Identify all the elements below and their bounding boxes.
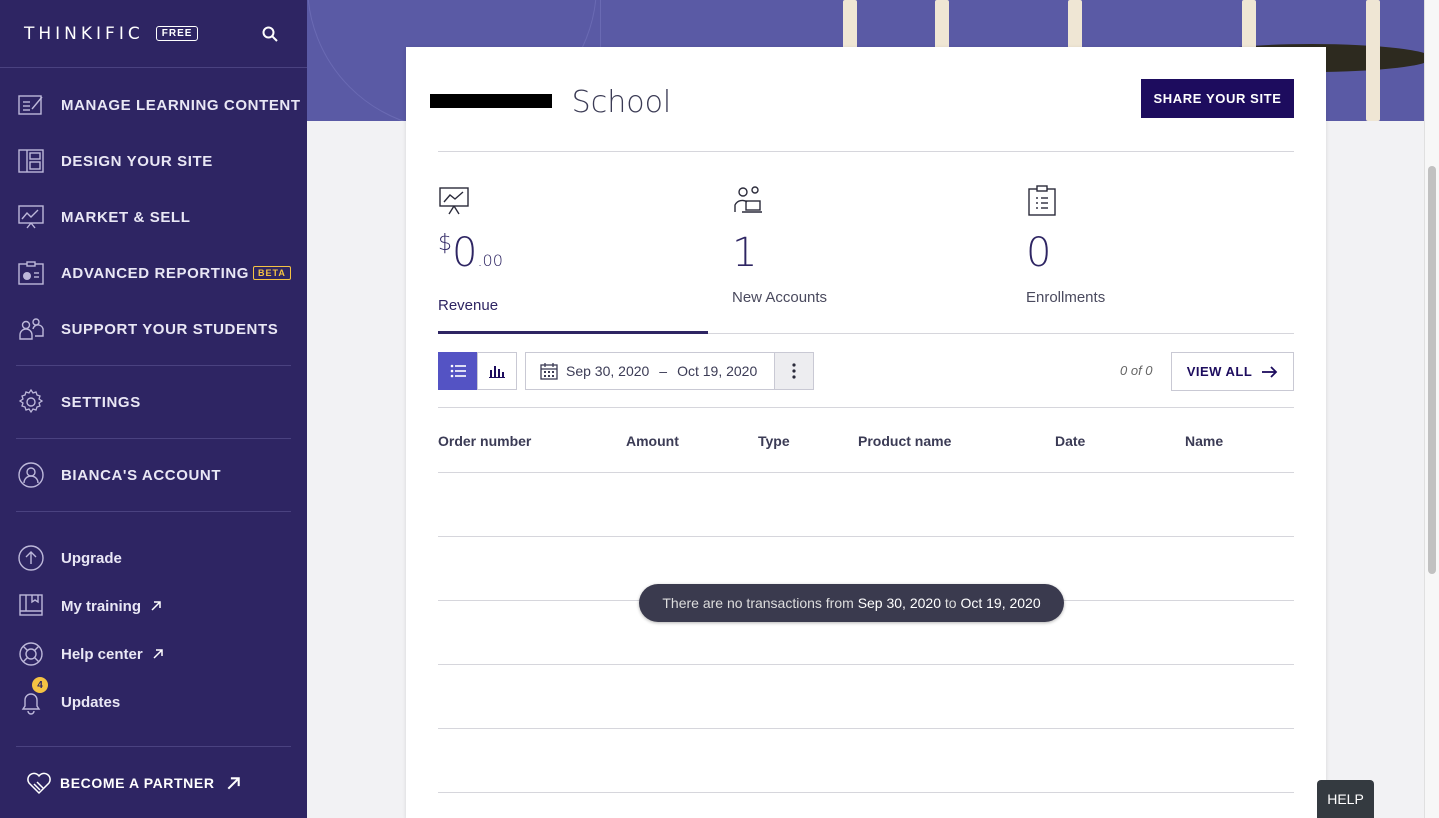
view-all-button[interactable]: VIEW ALL	[1171, 352, 1294, 391]
gear-icon	[18, 389, 44, 415]
chart-view-button[interactable]	[477, 352, 517, 390]
brand-header: THINKIFIC FREE	[0, 0, 307, 68]
external-link-icon	[151, 601, 161, 611]
sidebar-divider	[16, 365, 291, 366]
sidebar-item-label: BIANCA'S ACCOUNT	[61, 466, 222, 484]
stat-enrollments[interactable]: 0 Enrollments	[1026, 184, 1286, 306]
upgrade-icon	[18, 545, 44, 571]
column-header-name[interactable]: Name	[1185, 433, 1223, 449]
presentation-chart-icon	[439, 187, 469, 215]
new-accounts-label: New Accounts	[732, 289, 828, 306]
empty-state-message: There are no transactions from Sep 30, 2…	[639, 584, 1064, 622]
beta-badge: BETA	[253, 266, 291, 280]
sidebar-item-label: ADVANCED REPORTING	[61, 264, 250, 282]
search-icon[interactable]	[262, 26, 278, 42]
sidebar-item-support-your-students[interactable]: SUPPORT YOUR STUDENTS	[0, 307, 307, 351]
external-link-icon	[153, 649, 163, 659]
layout-icon	[18, 148, 44, 174]
sidebar-item-become-partner[interactable]: BECOME A PARTNER	[0, 761, 307, 805]
sidebar-item-help-center[interactable]: Help center	[0, 632, 307, 676]
sidebar: THINKIFIC FREE MANAGE LEARNING CONTENT D…	[0, 0, 307, 818]
date-range-picker[interactable]: Sep 30, 2020 – Oct 19, 2020	[525, 352, 775, 390]
sidebar-item-settings[interactable]: SETTINGS	[0, 380, 307, 424]
table-row	[438, 728, 1294, 729]
sidebar-item-manage-learning-content[interactable]: MANAGE LEARNING CONTENT	[0, 83, 307, 127]
list-icon	[450, 364, 466, 378]
column-header-date[interactable]: Date	[1055, 433, 1085, 449]
report-icon	[18, 260, 44, 286]
thinkific-logo[interactable]: THINKIFIC	[24, 24, 144, 44]
sidebar-item-updates[interactable]: 4 Updates	[0, 677, 307, 724]
enrollments-label: Enrollments	[1026, 289, 1106, 306]
redaction-bar	[430, 94, 552, 108]
column-header-type[interactable]: Type	[758, 433, 790, 449]
sidebar-item-label: Help center	[61, 645, 143, 663]
toolbar-divider	[438, 407, 1294, 408]
date-end: Oct 19, 2020	[677, 363, 758, 379]
new-accounts-value: 1	[732, 230, 758, 276]
list-view-button[interactable]	[438, 352, 478, 390]
sidebar-item-market-sell[interactable]: MARKET & SELL	[0, 195, 307, 239]
arrow-up-right-icon	[227, 776, 240, 789]
more-options-button[interactable]	[774, 352, 814, 390]
enrollments-value: 0	[1026, 230, 1052, 276]
sidebar-divider	[16, 746, 291, 747]
sidebar-item-upgrade[interactable]: Upgrade	[0, 536, 307, 580]
book-icon	[18, 593, 44, 619]
sidebar-item-label: My training	[61, 597, 142, 615]
revenue-label: Revenue	[438, 297, 499, 314]
active-tab-indicator	[438, 331, 708, 334]
user-circle-icon	[18, 462, 44, 488]
bar-chart-icon	[489, 366, 505, 378]
header-divider	[438, 151, 1294, 152]
sidebar-item-label: DESIGN YOUR SITE	[61, 152, 213, 170]
user-at-desk-icon	[734, 186, 762, 213]
lifebuoy-icon	[18, 641, 44, 667]
sidebar-item-label: SUPPORT YOUR STUDENTS	[61, 320, 279, 338]
clipboard-icon	[1028, 185, 1056, 216]
sidebar-item-my-training[interactable]: My training	[0, 584, 307, 628]
chart-icon	[18, 204, 44, 230]
table-row	[438, 792, 1294, 793]
sidebar-item-design-your-site[interactable]: DESIGN YOUR SITE	[0, 139, 307, 183]
arrow-right-icon	[1262, 365, 1278, 378]
date-separator: –	[659, 363, 668, 379]
column-header-amount[interactable]: Amount	[626, 433, 679, 449]
page-scrollbar[interactable]	[1424, 0, 1439, 818]
plan-badge: FREE	[155, 26, 199, 41]
kebab-menu-icon	[792, 363, 796, 379]
table-row	[438, 664, 1294, 665]
view-all-label: VIEW ALL	[1186, 364, 1253, 379]
sidebar-item-label: Updates	[61, 693, 121, 711]
scrollbar-thumb[interactable]	[1428, 166, 1436, 574]
sidebar-divider	[16, 511, 291, 512]
pagination-count: 0 of 0	[1120, 363, 1153, 378]
share-site-button[interactable]: SHARE YOUR SITE	[1141, 79, 1294, 118]
stat-revenue[interactable]: $0.00 Revenue	[438, 184, 698, 314]
chair-leg	[1366, 0, 1380, 121]
updates-count-badge: 4	[32, 677, 48, 693]
dashboard-card: Bianca's School SHARE YOUR SITE $0.00 Re…	[406, 47, 1326, 818]
students-icon	[18, 316, 44, 342]
sidebar-item-advanced-reporting[interactable]: ADVANCED REPORTING BETA	[0, 251, 307, 295]
sidebar-item-account[interactable]: BIANCA'S ACCOUNT	[0, 453, 307, 497]
sidebar-item-label: MARKET & SELL	[61, 208, 191, 226]
table-row	[438, 472, 1294, 473]
column-header-order-number[interactable]: Order number	[438, 433, 531, 449]
sidebar-item-label: Upgrade	[61, 549, 122, 567]
edit-list-icon	[18, 92, 44, 118]
revenue-value: $0.00	[438, 230, 503, 276]
sidebar-item-label: BECOME A PARTNER	[60, 775, 215, 791]
calendar-icon	[540, 363, 558, 380]
help-button[interactable]: HELP	[1317, 780, 1374, 818]
column-header-product-name[interactable]: Product name	[858, 433, 951, 449]
date-start: Sep 30, 2020	[566, 363, 650, 379]
sidebar-item-label: SETTINGS	[61, 393, 141, 411]
stat-new-accounts[interactable]: 1 New Accounts	[732, 184, 992, 306]
table-row	[438, 536, 1294, 537]
handshake-heart-icon	[26, 770, 52, 796]
sidebar-item-label: MANAGE LEARNING CONTENT	[61, 96, 301, 114]
sidebar-divider	[16, 438, 291, 439]
